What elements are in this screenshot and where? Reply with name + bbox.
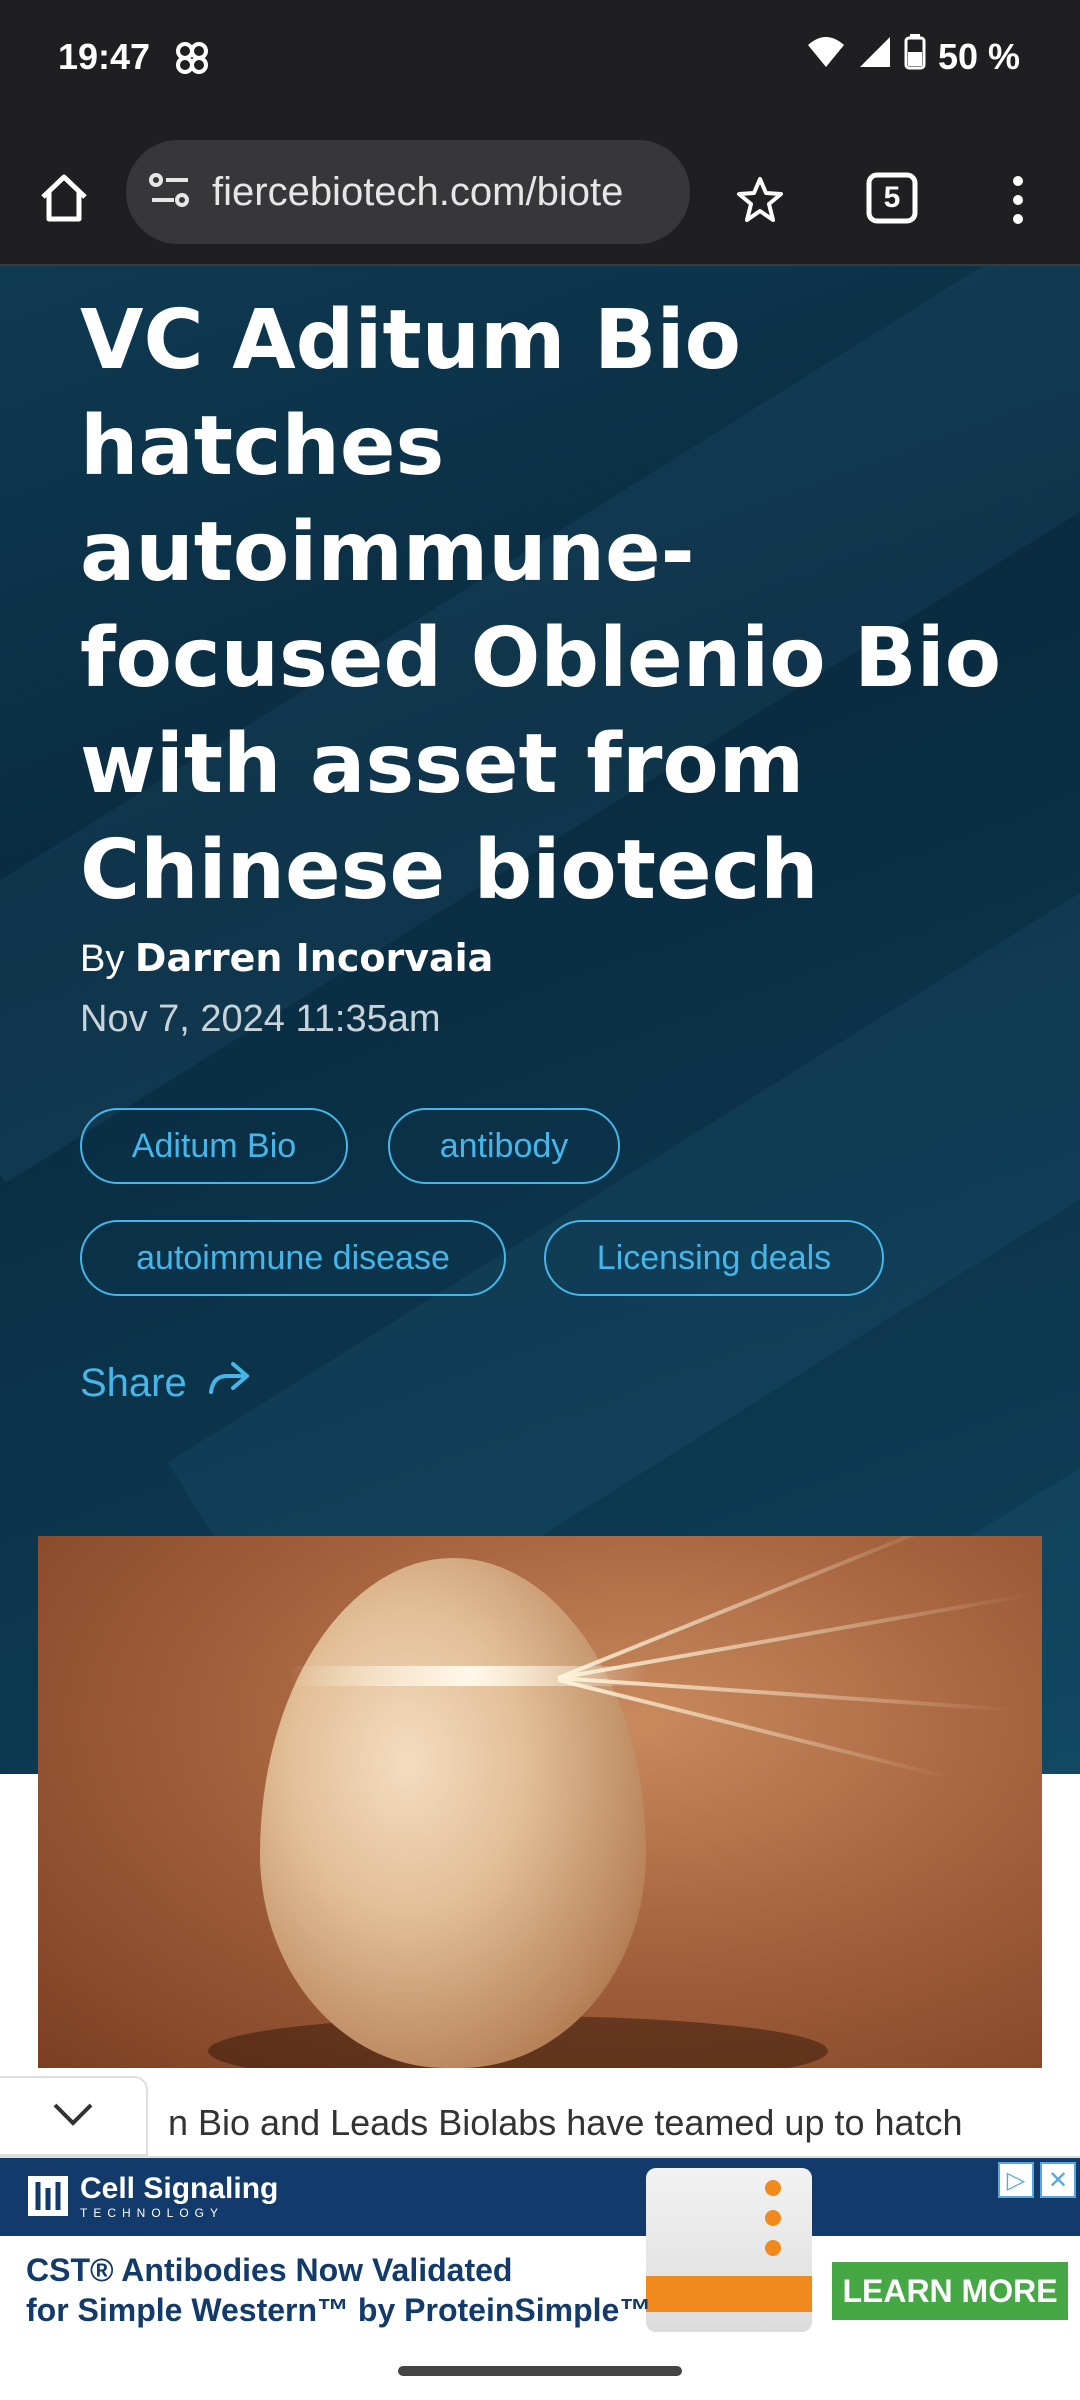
by-prefix: By	[80, 938, 125, 980]
battery-icon	[904, 34, 926, 79]
site-settings-icon[interactable]	[148, 170, 192, 214]
ad-banner[interactable]: Cell Signaling TECHNOLOGY ▷ ✕ CST® Antib…	[0, 2156, 1080, 2332]
ad-brand-sub: TECHNOLOGY	[80, 2206, 225, 2220]
browser-toolbar: fiercebiotech.com/biote 5	[0, 130, 1080, 266]
byline: By Darren Incorvaia	[80, 936, 493, 981]
status-right: 50 %	[806, 34, 1020, 79]
article-snippet: n Bio and Leads Biolabs have teamed up t…	[168, 2102, 963, 2143]
home-icon[interactable]	[34, 168, 94, 228]
chevron-down-icon	[51, 2101, 95, 2131]
share-button[interactable]: Share	[80, 1360, 251, 1406]
ad-header: Cell Signaling TECHNOLOGY	[0, 2158, 1080, 2236]
url-bar[interactable]: fiercebiotech.com/biote	[126, 140, 690, 244]
egg-image	[260, 1558, 646, 2068]
tag-antibody[interactable]: antibody	[388, 1108, 620, 1184]
collapse-ad-button[interactable]	[0, 2076, 148, 2156]
ad-logo: Cell Signaling TECHNOLOGY	[26, 2172, 278, 2220]
status-time: 19:47	[58, 36, 151, 77]
tag-autoimmune-disease[interactable]: autoimmune disease	[80, 1220, 506, 1296]
learn-more-button[interactable]: LEARN MORE	[832, 2262, 1068, 2320]
ad-line-1: CST® Antibodies Now Validated	[26, 2252, 513, 2288]
status-bar: 19:47 50 %	[0, 0, 1080, 130]
ad-close-icon[interactable]: ✕	[1040, 2162, 1076, 2198]
adchoices-icon[interactable]: ▷	[998, 2162, 1034, 2198]
tab-switcher-button[interactable]: 5	[860, 166, 924, 230]
signal-icon	[858, 35, 892, 78]
publish-date: Nov 7, 2024 11:35am	[80, 998, 441, 1040]
pinwheel-icon	[172, 38, 212, 82]
tag-aditum-bio[interactable]: Aditum Bio	[80, 1108, 348, 1184]
home-gesture-handle[interactable]	[398, 2366, 682, 2376]
gesture-nav-bar	[0, 2332, 1080, 2400]
tab-count: 5	[883, 181, 901, 214]
more-menu-icon[interactable]	[990, 170, 1046, 230]
wifi-icon	[806, 35, 846, 78]
ad-line-2: for Simple Western™ by ProteinSimple™	[26, 2292, 652, 2328]
url-text: fiercebiotech.com/biote	[212, 169, 624, 214]
author-link[interactable]: Darren Incorvaia	[135, 936, 493, 980]
share-label: Share	[80, 1360, 187, 1405]
article-title: VC Aditum Bio hatches autoimmune-focused…	[80, 293, 1002, 918]
ad-copy: CST® Antibodies Now Validated for Simple…	[26, 2250, 651, 2330]
share-arrow-icon	[207, 1360, 251, 1406]
tag-licensing-deals[interactable]: Licensing deals	[544, 1220, 884, 1296]
ad-product-image	[646, 2168, 812, 2332]
ad-brand: Cell Signaling	[80, 2172, 279, 2205]
bookmark-star-icon[interactable]	[730, 170, 790, 230]
article-hero-image	[38, 1536, 1042, 2068]
battery-percent: 50 %	[937, 35, 1020, 77]
